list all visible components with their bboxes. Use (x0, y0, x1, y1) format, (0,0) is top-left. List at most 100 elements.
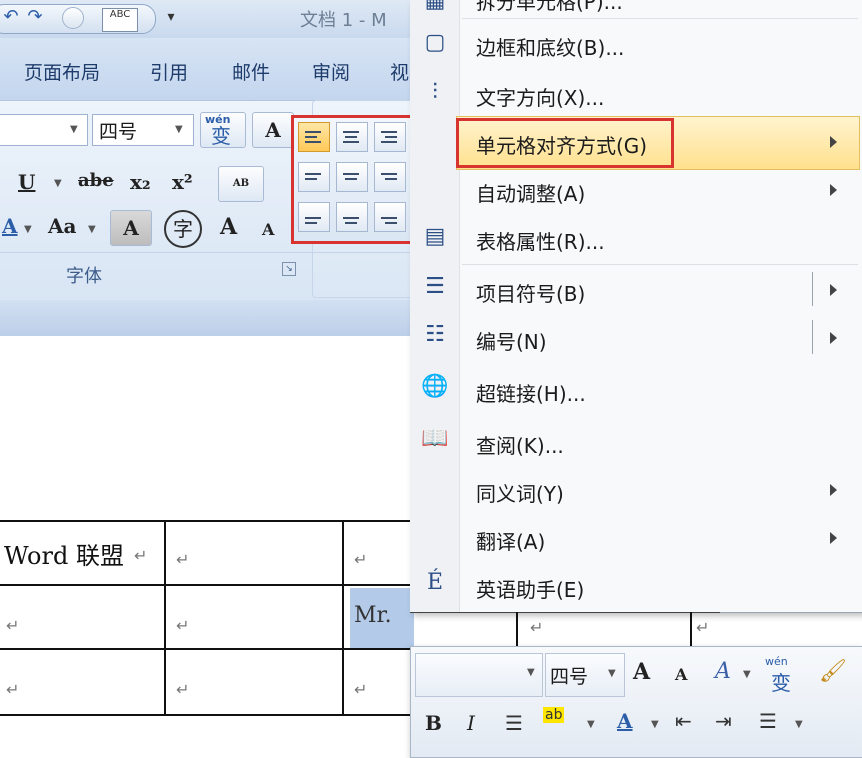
shrink-font-button[interactable]: A (262, 220, 274, 239)
menu-item-borders-shading[interactable]: 边框和底纹(B)... (476, 32, 624, 61)
table-properties-icon: ▤ (424, 224, 446, 249)
enclose-characters-button[interactable]: 字 (164, 210, 202, 248)
mini-font-size-dropdown-icon[interactable]: ▼ (608, 668, 616, 679)
menu-item-cell-alignment[interactable]: 单元格对齐方式(G) (476, 130, 647, 159)
paragraph-mark: ↵ (134, 546, 148, 565)
tab-review[interactable]: 审阅 (312, 58, 350, 85)
align-bottom-right-button[interactable] (374, 202, 406, 232)
font-dialog-launcher-icon[interactable]: ↘ (282, 262, 296, 276)
customize-qat-icon[interactable]: ▾ (160, 6, 182, 28)
table-border-right-part (410, 612, 720, 613)
tab-references[interactable]: 引用 (150, 58, 188, 85)
mini-phonetic-char: 变 (771, 671, 791, 695)
align-top-left-button[interactable] (298, 122, 330, 152)
menu-separator (462, 264, 858, 265)
mini-shrink-font-button[interactable]: A (675, 665, 687, 684)
submenu-arrow-icon (830, 184, 837, 196)
phonetic-guide-char: 变 (211, 124, 231, 148)
strikethrough-button[interactable]: abe (78, 170, 114, 191)
font-size-dropdown-icon[interactable]: ▼ (175, 124, 183, 135)
cell-alignment-palette (291, 115, 417, 244)
menu-item-text-direction[interactable]: 文字方向(X)... (476, 82, 604, 111)
paragraph-mark: ↵ (176, 616, 190, 635)
english-assistant-icon: É (426, 570, 444, 595)
mini-styles-dropdown-icon[interactable]: ▼ (743, 669, 751, 680)
subscript-button[interactable]: x₂ (130, 170, 151, 194)
font-name-dropdown-icon[interactable]: ▼ (70, 124, 78, 135)
mini-font-color-dropdown-icon[interactable]: ▼ (651, 719, 659, 730)
mini-styles-button[interactable]: A (715, 659, 731, 684)
mini-highlight-dropdown-icon[interactable]: ▼ (587, 719, 595, 730)
grow-font-button[interactable]: A (220, 214, 237, 240)
mini-toolbar: ▼ 四号 ▼ A A A ▼ wén 变 🖌 B I ☰ ab ▼ A ▼ ⇤ … (410, 646, 862, 758)
tab-view[interactable]: 视 (390, 58, 409, 85)
character-shading-button[interactable]: A (110, 210, 152, 246)
mini-bullets-icon[interactable]: ☰ (759, 709, 777, 733)
mini-font-name-dropdown-icon[interactable]: ▼ (527, 667, 535, 678)
table-cell-text[interactable]: Word 联盟 (4, 536, 124, 571)
align-top-right-button[interactable] (374, 122, 406, 152)
menu-item-table-properties[interactable]: 表格属性(R)... (476, 226, 605, 255)
tab-page-layout[interactable]: 页面布局 (24, 58, 100, 85)
align-middle-right-button[interactable] (374, 162, 406, 192)
menu-item-hyperlink[interactable]: 超链接(H)... (476, 378, 586, 407)
paragraph-mark: ↵ (696, 618, 710, 637)
menu-item-translate[interactable]: 翻译(A) (476, 526, 545, 555)
menu-item-english-assistant[interactable]: 英语助手(E) (476, 574, 584, 603)
format-painter-icon[interactable]: 🖌 (819, 659, 847, 684)
mini-center-align-icon[interactable]: ☰ (505, 711, 523, 735)
paragraph-mark: ↵ (6, 680, 20, 699)
qat-circle-button[interactable] (62, 7, 84, 29)
align-top-center-button[interactable] (336, 122, 368, 152)
spelling-check-icon[interactable]: ABC (102, 8, 138, 32)
clear-format-button[interactable]: AB (218, 166, 264, 202)
menu-item-autofit[interactable]: 自动调整(A) (476, 178, 585, 207)
menu-item-synonyms[interactable]: 同义词(Y) (476, 478, 564, 507)
undo-icon[interactable]: ↶ (0, 6, 22, 28)
mini-font-size-value: 四号 (550, 666, 589, 688)
menu-item-bullets[interactable]: 项目符号(B) (476, 278, 585, 307)
font-color-dropdown-icon[interactable]: ▼ (24, 224, 32, 235)
split-cells-icon: ▦ (424, 0, 446, 13)
mini-grow-font-button[interactable]: A (633, 659, 650, 685)
mini-bold-button[interactable]: B (425, 711, 442, 735)
character-border-button[interactable]: A (252, 112, 294, 148)
mini-italic-button[interactable]: I (467, 711, 475, 735)
font-size-combo[interactable]: 四号 ▼ (92, 114, 194, 146)
numbering-icon: ☷ (425, 322, 445, 347)
submenu-arrow-icon[interactable] (830, 284, 837, 296)
superscript-button[interactable]: x² (172, 170, 193, 194)
mini-increase-indent-icon[interactable]: ⇥ (715, 709, 732, 733)
mini-highlight-icon[interactable]: ab (543, 707, 565, 723)
underline-dropdown-icon[interactable]: ▼ (54, 178, 62, 189)
mini-font-name-combo[interactable] (415, 653, 543, 697)
paragraph-mark: ↵ (176, 680, 190, 699)
submenu-arrow-icon[interactable] (830, 332, 837, 344)
mini-font-color-button[interactable]: A (617, 709, 633, 733)
menu-separator (462, 18, 858, 19)
group-separator (0, 252, 410, 253)
menu-item-numbering[interactable]: 编号(N) (476, 326, 547, 355)
menu-item-split-cells[interactable]: 拆分单元格(P)... (476, 0, 623, 15)
align-bottom-center-button[interactable] (336, 202, 368, 232)
table-cell-text[interactable]: Mr. (354, 603, 392, 628)
align-bottom-left-button[interactable] (298, 202, 330, 232)
hyperlink-icon: 🌐 (421, 374, 449, 399)
mini-font-size-combo[interactable]: 四号 ▼ (545, 653, 625, 697)
mini-phonetic-guide-button[interactable]: wén 变 (765, 655, 805, 695)
align-middle-center-button[interactable] (336, 162, 368, 192)
change-case-button[interactable]: Aa (48, 214, 76, 238)
mini-decrease-indent-icon[interactable]: ⇤ (675, 709, 692, 733)
tab-mailings[interactable]: 邮件 (232, 58, 270, 85)
underline-button[interactable]: U (18, 170, 35, 194)
redo-icon[interactable]: ↷ (24, 6, 46, 28)
font-color-a-button[interactable]: A (2, 214, 18, 238)
menu-item-lookup[interactable]: 查阅(K)... (476, 430, 564, 459)
change-case-dropdown-icon[interactable]: ▼ (88, 224, 96, 235)
table-border-col2 (342, 520, 344, 716)
align-middle-left-button[interactable] (298, 162, 330, 192)
mini-bullets-dropdown-icon[interactable]: ▼ (795, 719, 803, 730)
lookup-icon: 📖 (421, 426, 449, 451)
phonetic-guide-button[interactable]: wén 变 (200, 112, 246, 148)
submenu-arrow-icon (830, 136, 837, 148)
